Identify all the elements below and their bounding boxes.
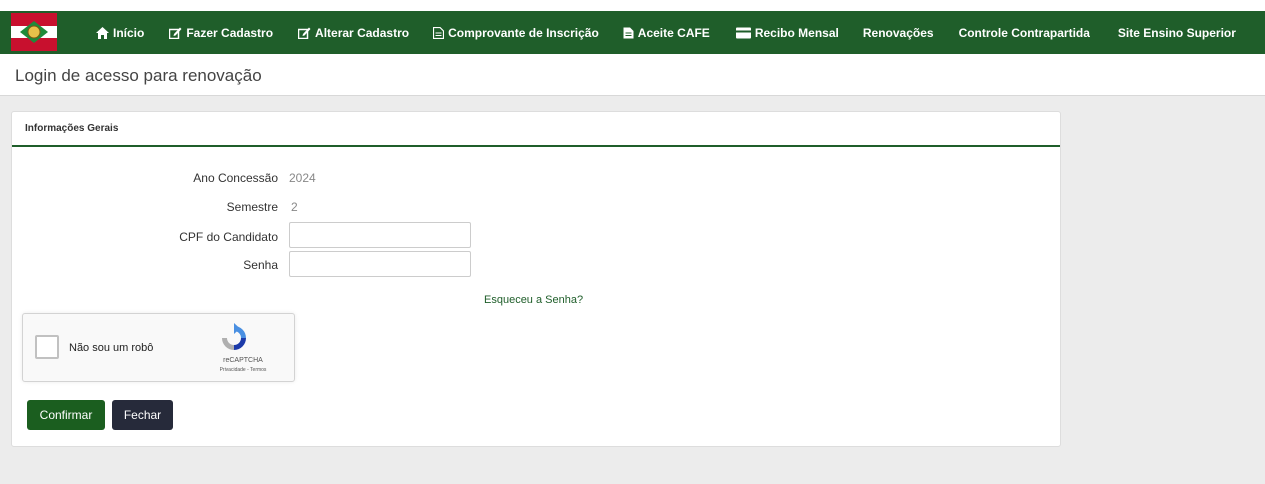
- nav-item-label: Fazer Cadastro: [186, 25, 274, 40]
- top-band: [0, 0, 1265, 11]
- nav-item-label: Início: [113, 25, 145, 40]
- info-panel: Informações Gerais Ano Concessão 2024 Se…: [11, 111, 1061, 447]
- recaptcha-label: Não sou um robô: [69, 342, 154, 354]
- recaptcha-brand: reCAPTCHA: [223, 357, 263, 364]
- nav-item-fazer-cadastro[interactable]: Fazer Cadastro: [169, 26, 273, 40]
- forgot-password-link[interactable]: Esqueceu a Senha?: [484, 294, 583, 306]
- close-button[interactable]: Fechar: [112, 400, 173, 430]
- home-icon: [96, 26, 109, 39]
- semestre-value: 2: [291, 200, 298, 214]
- nav-item-label: Aceite CAFE: [637, 25, 710, 40]
- nav-item-label: Alterar Cadastro: [315, 25, 410, 40]
- nav-menu: Início Fazer Cadastro Alterar Cadastro C…: [96, 11, 1236, 54]
- card-icon: [735, 27, 751, 38]
- nav-item-inicio[interactable]: Início: [96, 26, 144, 40]
- edit-icon: [298, 27, 311, 39]
- document-icon: [433, 26, 445, 39]
- nav-item-recibo-mensal[interactable]: Recibo Mensal: [735, 25, 839, 40]
- page-title: Login de acesso para renovação: [15, 66, 262, 85]
- senha-label: Senha: [243, 258, 278, 272]
- confirm-button[interactable]: Confirmar: [27, 400, 105, 430]
- nav-item-alterar-cadastro[interactable]: Alterar Cadastro: [298, 26, 409, 40]
- title-bar: Login de acesso para renovação: [0, 54, 1265, 96]
- nav-item-label: Comprovante de Inscrição: [448, 25, 599, 40]
- recaptcha-logo-icon: [222, 323, 246, 350]
- main-navbar: Início Fazer Cadastro Alterar Cadastro C…: [0, 11, 1265, 54]
- nav-item-label: Renovações: [862, 25, 934, 40]
- panel-heading: Informações Gerais: [12, 112, 1060, 147]
- recaptcha-widget: Não sou um robô reCAPTCHA Privacidade - …: [22, 313, 295, 382]
- cpf-input[interactable]: [289, 222, 471, 248]
- nav-item-label: Site Ensino Superior: [1117, 25, 1236, 40]
- cpf-label: CPF do Candidato: [179, 230, 278, 244]
- nav-item-label: Controle Contrapartida: [958, 25, 1090, 40]
- senha-input[interactable]: [289, 251, 471, 277]
- document-icon: [623, 27, 634, 38]
- semestre-label: Semestre: [226, 200, 278, 214]
- nav-item-label: Recibo Mensal: [754, 25, 839, 40]
- nav-item-controle-contrapartida[interactable]: Controle Contrapartida: [959, 26, 1090, 40]
- nav-item-site-ensino-superior[interactable]: Site Ensino Superior: [1118, 26, 1236, 40]
- recaptcha-terms-link[interactable]: Privacidade - Termos: [203, 367, 283, 373]
- ano-concessao-value: 2024: [289, 171, 316, 185]
- state-flag-logo[interactable]: [11, 13, 57, 51]
- nav-item-aceite-cafe[interactable]: Aceite CAFE: [623, 26, 710, 40]
- ano-concessao-label: Ano Concessão: [193, 171, 278, 185]
- nav-item-comprovante[interactable]: Comprovante de Inscrição: [433, 26, 599, 40]
- recaptcha-checkbox[interactable]: [35, 335, 59, 359]
- nav-item-renovacoes[interactable]: Renovações: [863, 26, 934, 40]
- edit-icon: [169, 27, 182, 39]
